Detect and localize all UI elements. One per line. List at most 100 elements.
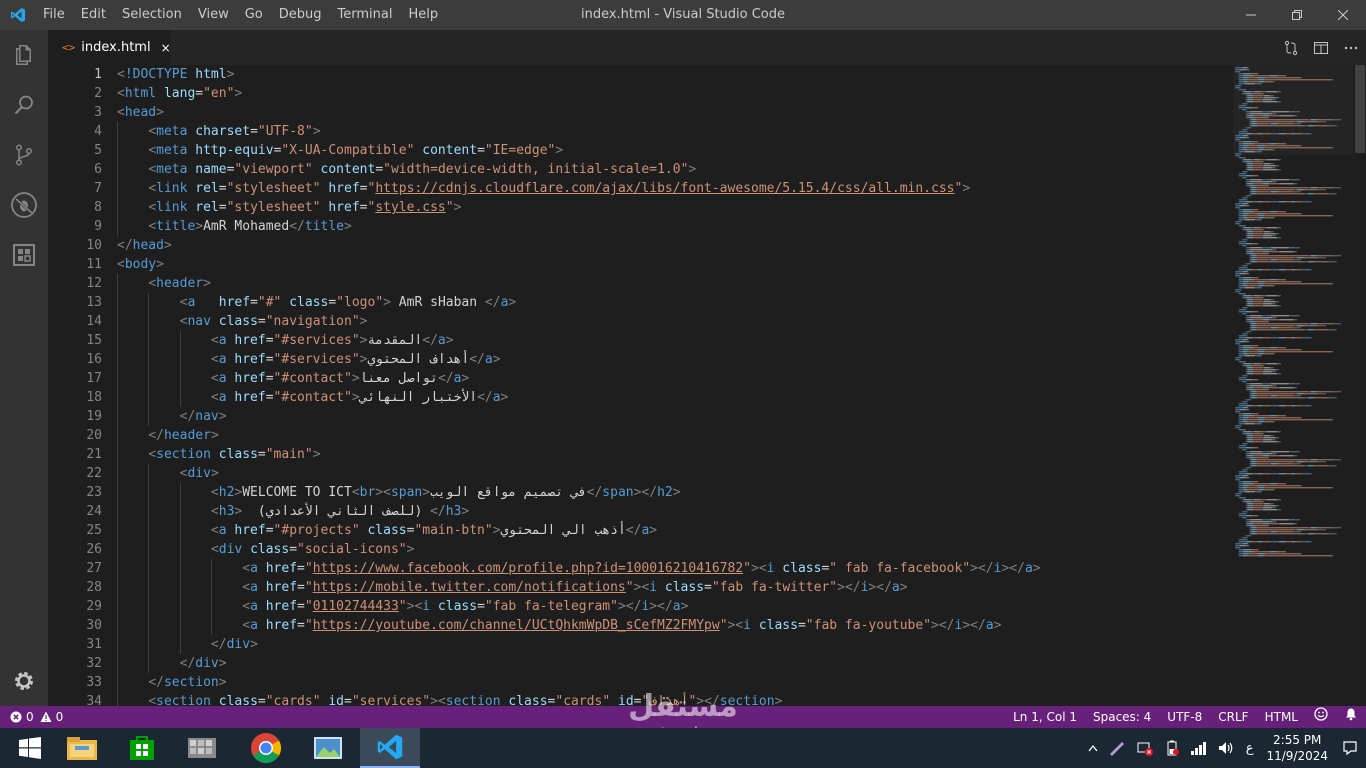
code-token: a [218,352,227,367]
scrollbar-thumb[interactable] [1355,65,1365,153]
minimap-stroke [1246,295,1251,297]
start-button[interactable] [0,728,60,768]
minimap-stroke [1255,261,1257,263]
minimap-stroke [1268,191,1270,193]
code-line[interactable]: </section> [117,673,1227,692]
code-line[interactable]: </head> [117,236,1227,255]
code-line[interactable]: <section class="main"> [117,445,1227,464]
search-button[interactable] [0,80,48,130]
minimap[interactable] [1233,65,1353,706]
notifications-button[interactable] [1336,706,1366,728]
keyboard-language[interactable]: ع [1241,741,1259,756]
code-line[interactable]: <a href="https://www.facebook.com/profil… [117,559,1227,578]
tab-index-html[interactable]: <> index.html × [48,30,171,65]
source-control-button[interactable] [0,130,48,180]
taskbar-photos[interactable] [298,728,358,768]
code-line[interactable]: <link rel="stylesheet" href="style.css"> [117,198,1227,217]
code-line[interactable]: <a href="#projects" class="main-btn">أذه… [117,521,1227,540]
code-line[interactable]: <body> [117,255,1227,274]
show-hidden-icons[interactable] [1083,744,1103,752]
taskbar-app[interactable] [172,728,232,768]
problems-indicator[interactable]: 0 0 [0,710,63,724]
code-token: "viewport" [234,162,313,177]
minimap-stroke [1243,279,1244,281]
minimap-stroke [1272,285,1274,287]
more-actions-button[interactable] [1336,30,1366,65]
code-area[interactable]: <!DOCTYPE html> <html lang="en"> <head> <m… [117,65,1227,706]
clock[interactable]: 2:55 PM 11/9/2024 [1258,732,1338,764]
menu-edit[interactable]: Edit [73,0,114,30]
restore-button[interactable] [1274,0,1320,30]
menu-go[interactable]: Go [237,0,271,30]
taskbar-chrome[interactable] [236,728,296,768]
settings-button[interactable] [0,656,48,706]
signal-status[interactable] [1185,741,1213,755]
code-line[interactable]: </div> [117,654,1227,673]
line-ending[interactable]: CRLF [1210,706,1256,728]
code-line[interactable]: <a href="https://mobile.twitter.com/noti… [117,578,1227,597]
code-line[interactable]: <a href="#services">أهداف المحتوي</a> [117,350,1227,369]
volume-control[interactable] [1213,740,1241,756]
language-mode[interactable]: HTML [1257,706,1306,728]
code-line[interactable]: <title>AmR Mohamed</title> [117,217,1227,236]
action-center-button[interactable] [1338,740,1366,756]
cursor-position[interactable]: Ln 1, Col 1 [1005,706,1085,728]
minimap-stroke [1335,255,1337,257]
taskbar-file-explorer[interactable] [52,728,112,768]
code-line[interactable]: <a href="#" class="logo"> AmR sHaban </a… [117,293,1227,312]
code-editor[interactable]: 1 2 3 4 5 6 7 8 9 10 11 12 13 14 15 16 17 18 19 20 21 22 23 24 2… [48,65,1366,706]
code-line[interactable]: <a href="#services">المقدمة</a> [117,331,1227,350]
code-token: </ [148,428,164,443]
code-line[interactable]: <section class="cards" id="services"><se… [117,692,1227,706]
code-line[interactable]: <div class="social-icons"> [117,540,1227,559]
minimap-stroke [1245,455,1247,457]
minimize-button[interactable] [1228,0,1274,30]
code-line[interactable]: <a href="#contact">الأختبار النهائي</a> [117,388,1227,407]
menu-file[interactable]: File [35,0,73,30]
feedback-button[interactable] [1306,706,1336,728]
menu-selection[interactable]: Selection [114,0,190,30]
debug-button[interactable] [0,180,48,230]
code-line[interactable]: <meta charset="UTF-8"> [117,122,1227,141]
code-line[interactable]: <meta name="viewport" content="width=dev… [117,160,1227,179]
menu-debug[interactable]: Debug [271,0,330,30]
taskbar-store[interactable] [112,728,172,768]
minimap-stroke [1271,201,1272,203]
menu-help[interactable]: Help [400,0,446,30]
code-line[interactable]: </div> [117,635,1227,654]
code-line[interactable]: <a href="#contact">تواصل معنا</a> [117,369,1227,388]
minimap-stroke [1266,315,1271,317]
vertical-scrollbar[interactable] [1352,65,1366,706]
code-line[interactable]: <h2>WELCOME TO ICT<br><span>في تصميم موا… [117,483,1227,502]
code-line[interactable]: <h3> (للصف الثاني الأعدادي) </h3> [117,502,1227,521]
minimap-stroke [1251,277,1258,279]
code-line[interactable]: <a href="01102744433"><i class="fab fa-t… [117,597,1227,616]
open-changes-button[interactable] [1276,30,1306,65]
taskbar-vscode[interactable] [360,728,420,768]
code-line[interactable]: <meta http-equiv="X-UA-Compatible" conte… [117,141,1227,160]
extensions-button[interactable] [0,230,48,280]
code-line[interactable]: <head> [117,103,1227,122]
code-line[interactable]: <div> [117,464,1227,483]
tab-close-icon[interactable]: × [161,41,171,55]
network-status[interactable] [1131,740,1159,756]
code-line[interactable]: <html lang="en"> [117,84,1227,103]
code-line[interactable]: <link rel="stylesheet" href="https://cdn… [117,179,1227,198]
menu-view[interactable]: View [190,0,237,30]
split-editor-button[interactable] [1306,30,1336,65]
minimap-slider[interactable] [1233,65,1353,155]
code-line[interactable]: </header> [117,426,1227,445]
minimap-stroke [1244,287,1255,289]
indentation[interactable]: Spaces: 4 [1085,706,1159,728]
pen-tray-button[interactable] [1103,740,1131,756]
code-line[interactable]: <header> [117,274,1227,293]
encoding[interactable]: UTF-8 [1159,706,1210,728]
code-line[interactable]: <a href="https://youtube.com/channel/UCt… [117,616,1227,635]
battery-status[interactable] [1159,740,1185,756]
menu-terminal[interactable]: Terminal [330,0,401,30]
explorer-button[interactable] [0,30,48,80]
close-button[interactable] [1320,0,1366,30]
code-line[interactable]: </nav> [117,407,1227,426]
code-line[interactable]: <nav class="navigation"> [117,312,1227,331]
code-line[interactable]: <!DOCTYPE html> [117,65,1227,84]
